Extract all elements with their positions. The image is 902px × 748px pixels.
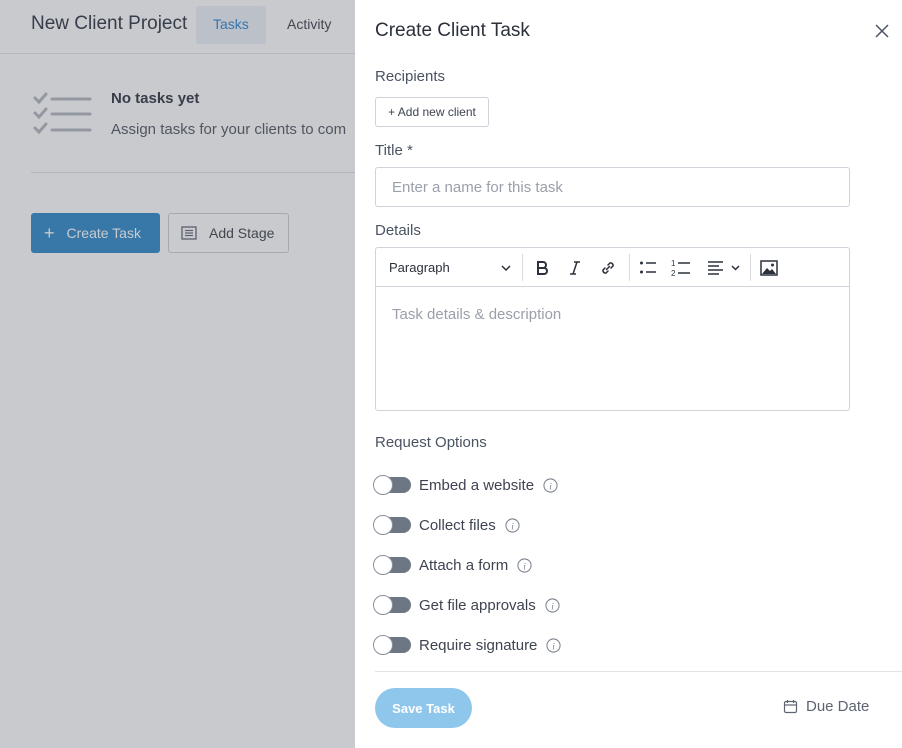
- block-format-select[interactable]: Paragraph: [377, 248, 522, 287]
- bold-button[interactable]: [530, 256, 554, 280]
- svg-text:i: i: [511, 522, 514, 532]
- info-icon[interactable]: i: [546, 637, 561, 653]
- italic-button[interactable]: [563, 256, 587, 280]
- svg-text:2: 2: [671, 269, 676, 278]
- calendar-icon: [783, 700, 798, 714]
- bullet-list-icon: [640, 261, 656, 274]
- info-icon[interactable]: i: [545, 597, 560, 613]
- italic-icon: [570, 261, 580, 275]
- details-placeholder: Task details & description: [392, 306, 562, 323]
- save-task-button[interactable]: Save Task: [375, 688, 472, 728]
- info-icon[interactable]: i: [543, 477, 558, 493]
- bold-icon: [537, 261, 548, 275]
- require-signature-toggle[interactable]: [373, 635, 411, 655]
- details-label: Details: [375, 222, 421, 239]
- info-icon[interactable]: i: [517, 557, 532, 573]
- file-approvals-toggle[interactable]: [373, 595, 411, 615]
- bullet-list-button[interactable]: [636, 256, 660, 280]
- details-editor[interactable]: Paragraph 1 2 Task details & description: [375, 247, 850, 411]
- svg-text:i: i: [553, 642, 556, 652]
- svg-text:i: i: [523, 562, 526, 572]
- toolbar-separator: [522, 254, 523, 281]
- editor-toolbar: Paragraph 1 2: [376, 248, 849, 287]
- chevron-down-icon: [501, 265, 511, 272]
- create-task-drawer: Create Client Task Recipients + Add new …: [355, 0, 902, 748]
- option-label: Collect files: [419, 516, 496, 534]
- toolbar-separator: [629, 254, 630, 281]
- option-require-signature: Require signature i: [373, 633, 561, 657]
- drawer-title: Create Client Task: [375, 20, 530, 41]
- info-icon[interactable]: i: [505, 517, 520, 533]
- image-icon: [760, 260, 778, 276]
- insert-image-button[interactable]: [757, 256, 781, 280]
- option-label: Attach a form: [419, 556, 509, 574]
- attach-form-toggle[interactable]: [373, 555, 411, 575]
- request-options-label: Request Options: [375, 434, 487, 451]
- option-label: Embed a website: [419, 476, 535, 494]
- option-label: Get file approvals: [419, 596, 536, 614]
- svg-text:1: 1: [671, 259, 676, 268]
- svg-text:i: i: [549, 482, 552, 492]
- option-label: Require signature: [419, 636, 538, 654]
- task-title-input[interactable]: [375, 167, 850, 207]
- numbered-list-button[interactable]: 1 2: [669, 256, 693, 280]
- recipients-label: Recipients: [375, 68, 446, 85]
- close-icon[interactable]: [872, 21, 892, 41]
- option-embed-website: Embed a website i: [373, 473, 558, 497]
- footer-divider: [375, 671, 902, 672]
- link-icon: [602, 262, 614, 274]
- add-new-client-button[interactable]: + Add new client: [375, 97, 489, 127]
- option-file-approvals: Get file approvals i: [373, 593, 560, 617]
- title-label: Title *: [375, 142, 413, 159]
- due-date-button[interactable]: Due Date: [783, 698, 869, 715]
- align-left-icon: [708, 261, 740, 275]
- option-collect-files: Collect files i: [373, 513, 520, 537]
- numbered-list-icon: 1 2: [671, 259, 690, 278]
- collect-files-toggle[interactable]: [373, 515, 411, 535]
- link-button[interactable]: [596, 256, 620, 280]
- align-button[interactable]: [704, 256, 744, 280]
- option-attach-form: Attach a form i: [373, 553, 532, 577]
- embed-website-toggle[interactable]: [373, 475, 411, 495]
- toolbar-separator: [750, 254, 751, 281]
- svg-text:i: i: [551, 602, 554, 612]
- block-format-value: Paragraph: [389, 260, 450, 275]
- due-date-label: Due Date: [806, 698, 870, 715]
